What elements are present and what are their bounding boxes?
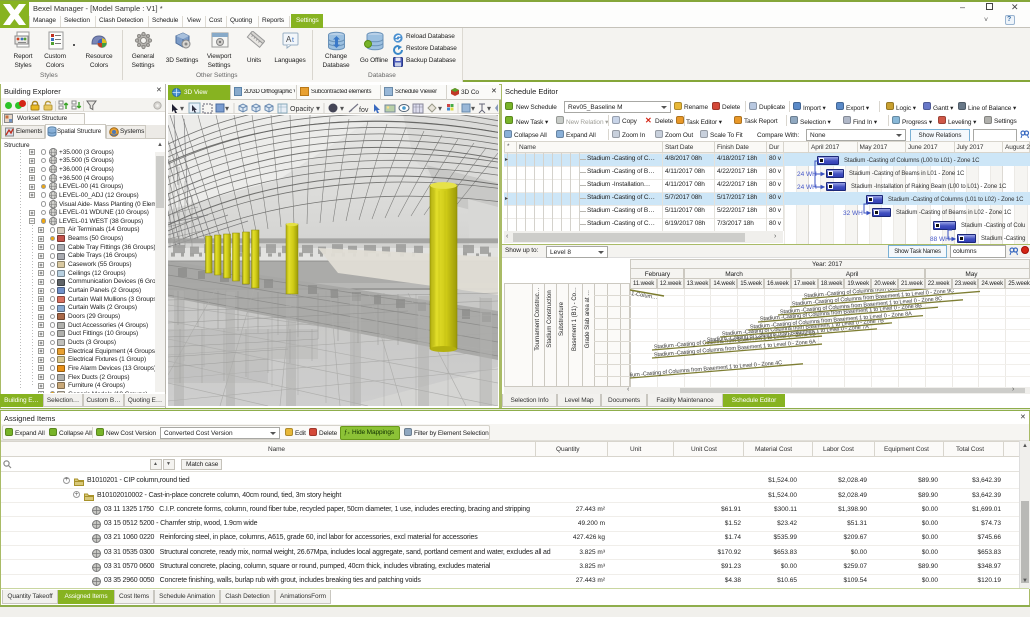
svg-text:t: t <box>292 37 294 44</box>
svg-text:▾: ▾ <box>471 104 475 113</box>
svg-text:▾: ▾ <box>487 104 491 113</box>
svg-text:▾: ▾ <box>180 104 184 113</box>
svg-text:Opacity: Opacity <box>290 106 314 113</box>
svg-text:Stadium -Casting of Columns fr: Stadium -Casting of Columns from Basemen… <box>630 360 782 379</box>
svg-text:▾: ▾ <box>316 104 320 113</box>
svg-text:▾: ▾ <box>438 104 442 113</box>
svg-text:fov: fov <box>359 107 369 114</box>
svg-text:▾: ▾ <box>225 104 229 113</box>
svg-text:1-Colum…: 1-Colum… <box>631 291 658 301</box>
svg-text:▾: ▾ <box>340 104 344 113</box>
